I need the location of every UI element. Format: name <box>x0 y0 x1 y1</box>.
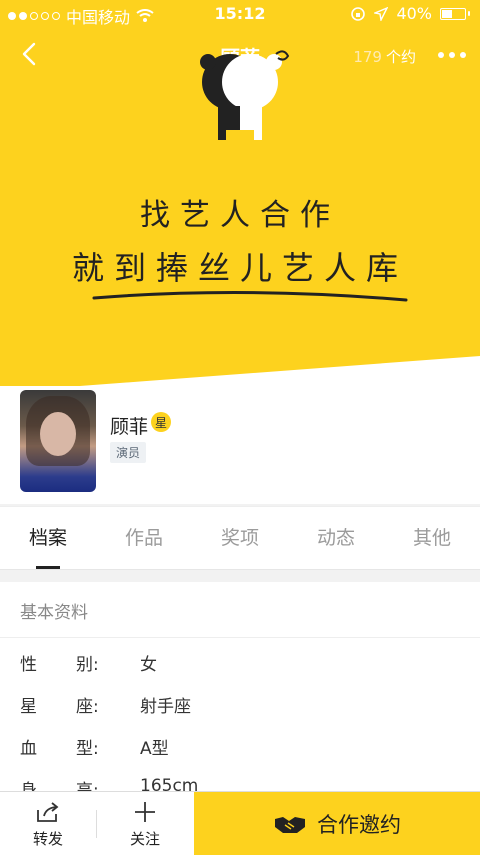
section-title: 基本资料 <box>20 603 88 623</box>
cooperation-invite-label: 合作邀约 <box>317 812 401 837</box>
tab-other[interactable]: 其他 <box>384 507 480 569</box>
booking-count-number: 179 <box>353 48 382 66</box>
profile-name: 顾菲 <box>110 416 149 438</box>
slogan-line-2: 就到捧丝儿艺人库 <box>71 249 408 287</box>
mascot-logo <box>200 50 290 140</box>
follow-label: 关注 <box>129 830 160 848</box>
info-value: 射手座 <box>140 697 191 717</box>
follow-button[interactable]: 关注 <box>97 792 193 855</box>
info-value: A型 <box>140 739 169 759</box>
cooperation-invite-button[interactable]: 合作邀约 <box>194 792 480 855</box>
star-badge: 星 <box>151 412 171 432</box>
role-tag: 演员 <box>110 442 147 463</box>
header-banner: 中国移动 15:12 40% 顾菲 <box>0 0 480 420</box>
battery-percent: 40% <box>396 4 432 23</box>
basic-info-section: 基本资料 性 别: 女 星 座: 射手座 血 型: A型 身 高: 165cm <box>0 582 480 801</box>
plus-icon <box>135 802 155 822</box>
battery-icon <box>440 7 470 20</box>
location-arrow-icon <box>374 6 389 21</box>
rotation-lock-icon <box>351 6 366 21</box>
status-bar: 中国移动 15:12 40% <box>0 0 480 28</box>
share-button[interactable]: 转发 <box>0 792 96 855</box>
brush-stroke-decoration <box>92 290 408 302</box>
profile-card: 顾菲 星 演员 <box>0 386 480 504</box>
more-icon[interactable] <box>438 52 466 58</box>
info-key: 座: <box>76 697 99 717</box>
info-value: 女 <box>140 655 157 675</box>
info-key: 别: <box>76 655 99 675</box>
booking-count-label: 个约 <box>385 48 416 66</box>
info-key: 星 <box>20 697 37 717</box>
booking-count: 179 个约 <box>353 46 416 67</box>
slogan-line-1: 找艺人合作 <box>140 198 340 233</box>
avatar[interactable] <box>20 390 96 492</box>
divider <box>0 637 480 638</box>
info-key: 血 <box>20 739 37 759</box>
share-label: 转发 <box>32 830 63 848</box>
tab-profile[interactable]: 档案 <box>0 507 96 569</box>
tab-activity[interactable]: 动态 <box>288 507 384 569</box>
tab-awards[interactable]: 奖项 <box>192 507 288 569</box>
tab-works[interactable]: 作品 <box>96 507 192 569</box>
handshake-icon <box>275 816 305 833</box>
info-key: 型: <box>76 739 99 759</box>
info-key: 性 <box>20 655 37 675</box>
share-icon <box>37 802 59 822</box>
bottom-action-bar: 转发 关注 合作邀约 <box>0 791 480 855</box>
tab-bar: 档案 作品 奖项 动态 其他 <box>0 506 480 570</box>
